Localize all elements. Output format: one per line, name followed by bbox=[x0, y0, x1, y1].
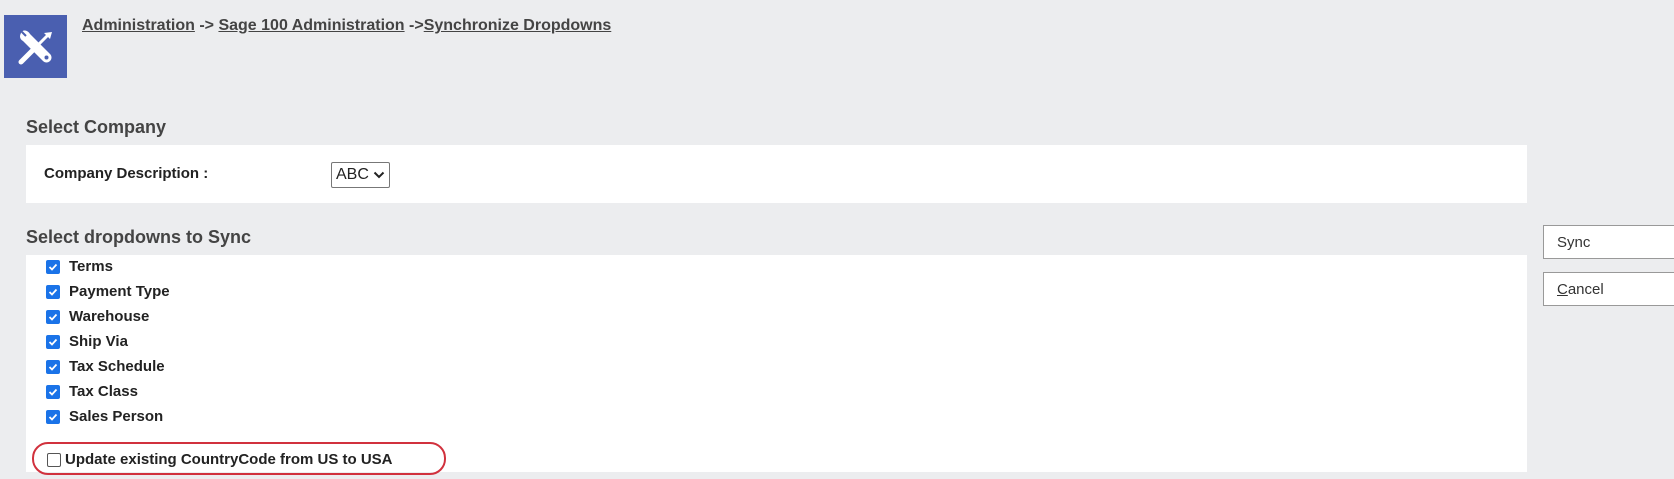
company-panel: Company Description : ABC bbox=[26, 145, 1527, 203]
warehouse-label: Warehouse bbox=[69, 308, 150, 325]
checkbox-row-warehouse[interactable]: Warehouse bbox=[46, 308, 149, 325]
sync-button[interactable]: Sync bbox=[1543, 225, 1674, 259]
check-icon bbox=[48, 263, 58, 271]
company-select[interactable]: ABC bbox=[331, 162, 390, 188]
check-icon bbox=[48, 338, 58, 346]
tax-class-checkbox[interactable] bbox=[46, 384, 60, 399]
cancel-button-label: ancel bbox=[1567, 280, 1604, 298]
cancel-button[interactable]: Cancel bbox=[1543, 272, 1674, 306]
checkbox-row-tax-schedule[interactable]: Tax Schedule bbox=[46, 358, 165, 375]
checkbox-row-tax-class[interactable]: Tax Class bbox=[46, 383, 138, 400]
terms-checkbox[interactable] bbox=[46, 259, 60, 274]
check-icon bbox=[48, 413, 58, 421]
ship-via-label: Ship Via bbox=[69, 333, 128, 350]
company-select-value: ABC bbox=[336, 166, 369, 183]
warehouse-checkbox[interactable] bbox=[46, 309, 60, 324]
select-dropdowns-title: Select dropdowns to Sync bbox=[26, 227, 252, 247]
tax-schedule-checkbox[interactable] bbox=[46, 359, 60, 374]
breadcrumb-separator: -> bbox=[194, 17, 219, 34]
checkbox-row-terms[interactable]: Terms bbox=[46, 258, 113, 275]
company-description-label: Company Description : bbox=[44, 165, 209, 182]
check-icon bbox=[48, 363, 58, 371]
app-icon-tools bbox=[4, 15, 67, 78]
sales-person-label: Sales Person bbox=[69, 408, 164, 425]
payment-type-label: Payment Type bbox=[69, 283, 170, 300]
checkbox-row-sales-person[interactable]: Sales Person bbox=[46, 408, 163, 425]
checkbox-row-payment-type[interactable]: Payment Type bbox=[46, 283, 170, 300]
cancel-button-accesskey: C bbox=[1557, 280, 1568, 298]
ship-via-checkbox[interactable] bbox=[46, 334, 60, 349]
check-icon bbox=[48, 313, 58, 321]
breadcrumb-administration[interactable]: Administration bbox=[82, 17, 195, 34]
tax-class-label: Tax Class bbox=[69, 383, 138, 400]
terms-label: Terms bbox=[69, 258, 113, 275]
breadcrumb: Administration -> Sage 100 Administratio… bbox=[82, 17, 611, 35]
payment-type-checkbox[interactable] bbox=[46, 284, 60, 299]
breadcrumb-sage-100-administration[interactable]: Sage 100 Administration bbox=[218, 17, 404, 34]
annotation-highlight-oval bbox=[32, 442, 446, 475]
sync-panel: Terms Payment Type Warehouse Ship Via Ta… bbox=[26, 255, 1527, 472]
sales-person-checkbox[interactable] bbox=[46, 409, 60, 424]
breadcrumb-separator: -> bbox=[404, 17, 424, 34]
breadcrumb-synchronize-dropdowns[interactable]: Synchronize Dropdowns bbox=[424, 17, 612, 34]
check-icon bbox=[48, 388, 58, 396]
chevron-down-icon bbox=[373, 171, 385, 179]
checkbox-row-ship-via[interactable]: Ship Via bbox=[46, 333, 128, 350]
tax-schedule-label: Tax Schedule bbox=[69, 358, 165, 375]
check-icon bbox=[48, 288, 58, 296]
tools-icon bbox=[18, 29, 52, 64]
select-company-title: Select Company bbox=[26, 117, 167, 137]
